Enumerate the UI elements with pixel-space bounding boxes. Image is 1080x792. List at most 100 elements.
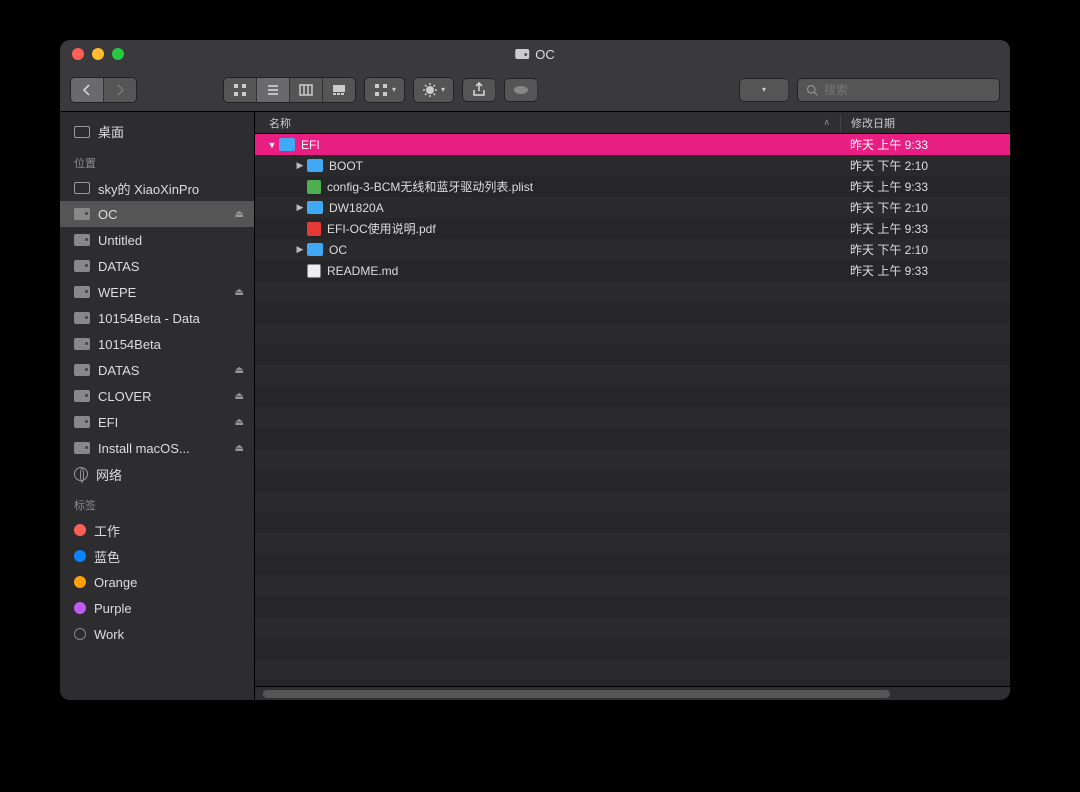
plist-icon bbox=[307, 180, 321, 194]
table-row[interactable]: ▶OC昨天 下午 2:10 bbox=[255, 239, 1010, 260]
sidebar-tag-0[interactable]: 工作 bbox=[60, 517, 254, 543]
sidebar-item-label: OC bbox=[98, 207, 118, 222]
file-list[interactable]: ▼EFI昨天 上午 9:33▶BOOT昨天 下午 2:10config-3-BC… bbox=[255, 134, 1010, 686]
file-name: config-3-BCM无线和蓝牙驱动列表.plist bbox=[327, 178, 840, 195]
sort-caret-icon: ∧ bbox=[823, 117, 830, 128]
sidebar-tag-4[interactable]: Work bbox=[60, 621, 254, 647]
sidebar-item-3[interactable]: DATAS bbox=[60, 253, 254, 279]
disclosure-icon[interactable]: ▶ bbox=[293, 160, 307, 171]
sidebar-tag-label: Orange bbox=[94, 575, 137, 590]
tags-button[interactable] bbox=[504, 78, 538, 102]
traffic-lights bbox=[60, 48, 124, 60]
drive-icon bbox=[74, 208, 90, 220]
sidebar-item-0[interactable]: sky的 XiaoXinPro bbox=[60, 175, 254, 201]
column-view-button[interactable] bbox=[290, 78, 323, 102]
eject-icon[interactable]: ⏏ bbox=[235, 443, 244, 454]
tag-dot-icon bbox=[74, 550, 86, 562]
titlebar[interactable]: OC bbox=[60, 40, 1010, 68]
sidebar-item-label: DATAS bbox=[98, 363, 139, 378]
sidebar-item-9[interactable]: EFI⏏ bbox=[60, 409, 254, 435]
tag-dot-icon bbox=[74, 602, 86, 614]
sidebar-item-6[interactable]: 10154Beta bbox=[60, 331, 254, 357]
disclosure-icon[interactable]: ▼ bbox=[265, 140, 279, 150]
globe-icon bbox=[74, 467, 88, 481]
sidebar-item-4[interactable]: WEPE⏏ bbox=[60, 279, 254, 305]
folder-icon bbox=[307, 201, 323, 214]
eject-icon[interactable]: ⏏ bbox=[235, 287, 244, 298]
search-box[interactable] bbox=[797, 78, 1000, 102]
sidebar-item-label: 10154Beta bbox=[98, 337, 161, 352]
horizontal-scrollbar[interactable] bbox=[255, 686, 1010, 700]
sidebar-item-5[interactable]: 10154Beta - Data bbox=[60, 305, 254, 331]
scrollbar-thumb[interactable] bbox=[263, 690, 890, 698]
sidebar-item-8[interactable]: CLOVER⏏ bbox=[60, 383, 254, 409]
eject-icon[interactable]: ⏏ bbox=[235, 391, 244, 402]
tag-dot-icon bbox=[74, 524, 86, 536]
column-name-header[interactable]: 名称 ∧ bbox=[255, 115, 840, 131]
file-name: DW1820A bbox=[329, 201, 840, 215]
table-row[interactable]: EFI-OC使用说明.pdf昨天 上午 9:33 bbox=[255, 218, 1010, 239]
table-row[interactable]: config-3-BCM无线和蓝牙驱动列表.plist昨天 上午 9:33 bbox=[255, 176, 1010, 197]
file-date: 昨天 上午 9:33 bbox=[840, 178, 1010, 195]
column-date-label: 修改日期 bbox=[851, 118, 895, 130]
column-name-label: 名称 bbox=[269, 115, 291, 131]
file-name: EFI-OC使用说明.pdf bbox=[327, 220, 840, 237]
sidebar-desktop[interactable]: 桌面 bbox=[60, 118, 254, 145]
close-icon[interactable] bbox=[72, 48, 84, 60]
sidebar-item-label: DATAS bbox=[98, 259, 139, 274]
folder-icon bbox=[279, 138, 295, 151]
icon-view-button[interactable] bbox=[224, 78, 257, 102]
action-button[interactable]: ▾ bbox=[414, 78, 453, 102]
path-dropdown[interactable]: ▾ bbox=[739, 78, 789, 102]
group-button[interactable]: ▾ bbox=[365, 78, 404, 102]
sidebar-item-2[interactable]: Untitled bbox=[60, 227, 254, 253]
sidebar-item-10[interactable]: Install macOS...⏏ bbox=[60, 435, 254, 461]
column-headers: 名称 ∧ 修改日期 bbox=[255, 112, 1010, 134]
sidebar-tag-label: 蓝色 bbox=[94, 547, 120, 566]
eject-icon[interactable]: ⏏ bbox=[235, 365, 244, 376]
back-button[interactable] bbox=[71, 78, 104, 102]
sidebar-item-label: 10154Beta - Data bbox=[98, 311, 200, 326]
sidebar-tag-1[interactable]: 蓝色 bbox=[60, 543, 254, 569]
zoom-icon[interactable] bbox=[112, 48, 124, 60]
file-date: 昨天 下午 2:10 bbox=[840, 241, 1010, 258]
drive-icon bbox=[74, 234, 90, 246]
forward-button[interactable] bbox=[104, 78, 136, 102]
disclosure-icon[interactable]: ▶ bbox=[293, 202, 307, 213]
sidebar-tag-3[interactable]: Purple bbox=[60, 595, 254, 621]
sidebar-item-7[interactable]: DATAS ⏏ bbox=[60, 357, 254, 383]
tag-dot-icon bbox=[74, 628, 86, 640]
eject-icon[interactable]: ⏏ bbox=[235, 417, 244, 428]
list-view-button[interactable] bbox=[257, 78, 290, 102]
drive-icon bbox=[74, 442, 90, 454]
sidebar-item-label: 网络 bbox=[96, 465, 122, 484]
sidebar-locations-heading: 位置 bbox=[60, 145, 254, 175]
file-date: 昨天 下午 2:10 bbox=[840, 199, 1010, 216]
drive-icon bbox=[74, 390, 90, 402]
sidebar: 桌面 位置 sky的 XiaoXinPro OC ⏏ Untitled DATAS WEP… bbox=[60, 112, 255, 700]
table-row[interactable]: ▶ DW1820A昨天 下午 2:10 bbox=[255, 197, 1010, 218]
action-button-seg: ▾ bbox=[413, 77, 454, 103]
drive-icon bbox=[74, 312, 90, 324]
sidebar-tag-2[interactable]: Orange bbox=[60, 569, 254, 595]
share-button[interactable] bbox=[462, 78, 496, 102]
table-row[interactable]: README.md昨天 上午 9:33 bbox=[255, 260, 1010, 281]
sidebar-item-11[interactable]: 网络 bbox=[60, 461, 254, 487]
sidebar-tag-label: Work bbox=[94, 627, 124, 642]
disclosure-icon[interactable]: ▶ bbox=[293, 244, 307, 255]
sidebar-desktop-label: 桌面 bbox=[98, 122, 124, 141]
tag-dot-icon bbox=[74, 576, 86, 588]
table-row[interactable]: ▼EFI昨天 上午 9:33 bbox=[255, 134, 1010, 155]
search-input[interactable] bbox=[824, 83, 991, 97]
nav-buttons bbox=[70, 77, 137, 103]
eject-icon[interactable]: ⏏ bbox=[235, 209, 244, 220]
content-area: 名称 ∧ 修改日期 ▼EFI昨天 上午 9:33▶BOOT昨天 下午 2:10c… bbox=[255, 112, 1010, 700]
drive-icon bbox=[74, 286, 90, 298]
gallery-view-button[interactable] bbox=[323, 78, 355, 102]
file-name: EFI bbox=[301, 138, 840, 152]
sidebar-item-1[interactable]: OC ⏏ bbox=[60, 201, 254, 227]
table-row[interactable]: ▶BOOT昨天 下午 2:10 bbox=[255, 155, 1010, 176]
minimize-icon[interactable] bbox=[92, 48, 104, 60]
column-date-header[interactable]: 修改日期 bbox=[840, 115, 1010, 131]
window-title-text: OC bbox=[535, 47, 555, 62]
